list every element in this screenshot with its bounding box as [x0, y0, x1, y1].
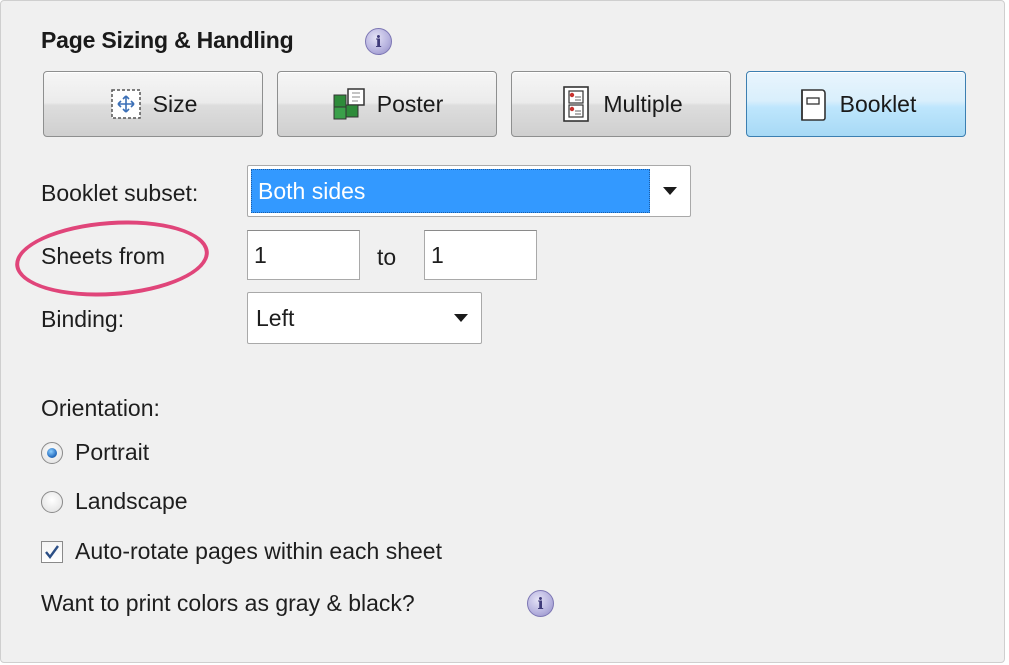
portrait-option[interactable]: Portrait [41, 439, 149, 466]
landscape-radio[interactable] [41, 490, 63, 513]
auto-rotate-label: Auto-rotate pages within each sheet [75, 538, 442, 564]
chevron-down-icon[interactable] [650, 166, 690, 216]
annotation-circle [12, 214, 212, 303]
binding-dropdown[interactable]: Left [247, 292, 482, 344]
binding-label: Binding: [41, 306, 125, 332]
multiple-icon [563, 86, 590, 122]
booklet-subset-label: Booklet subset: [41, 180, 199, 206]
size-icon [110, 89, 141, 119]
multiple-button-label: Multiple [603, 90, 683, 117]
poster-button[interactable]: Poster [277, 71, 497, 137]
booklet-button-label: Booklet [839, 90, 917, 117]
landscape-label: Landscape [75, 488, 188, 514]
section-title: Page Sizing & Handling [41, 27, 294, 53]
auto-rotate-checkbox[interactable] [41, 540, 63, 563]
gray-print-label: Want to print colors as gray & black? [41, 590, 415, 616]
chevron-down-icon[interactable] [441, 293, 481, 343]
sheets-to-input[interactable]: 1 [424, 230, 537, 280]
size-button[interactable]: Size [43, 71, 263, 137]
orientation-label: Orientation: [41, 395, 160, 421]
booklet-button[interactable]: Booklet [746, 71, 966, 137]
booklet-subset-dropdown[interactable]: Both sides [247, 165, 691, 217]
landscape-option[interactable]: Landscape [41, 488, 188, 515]
checkmark-icon [45, 544, 59, 559]
booklet-subset-value: Both sides [251, 169, 650, 213]
print-options-panel: Page Sizing & Handling i Size Poster Mul… [0, 0, 1005, 663]
multiple-button[interactable]: Multiple [511, 71, 731, 137]
booklet-icon [800, 89, 826, 121]
size-button-label: Size [152, 90, 198, 117]
auto-rotate-option[interactable]: Auto-rotate pages within each sheet [41, 538, 442, 565]
sheets-from-input[interactable]: 1 [247, 230, 360, 280]
poster-icon [333, 88, 365, 120]
poster-button-label: Poster [376, 90, 444, 117]
binding-value: Left [256, 304, 295, 331]
portrait-label: Portrait [75, 439, 150, 465]
info-icon[interactable]: i [365, 28, 392, 55]
portrait-radio[interactable] [41, 441, 63, 464]
info-icon[interactable]: i [527, 590, 554, 617]
sheets-to-label: to [377, 244, 397, 270]
